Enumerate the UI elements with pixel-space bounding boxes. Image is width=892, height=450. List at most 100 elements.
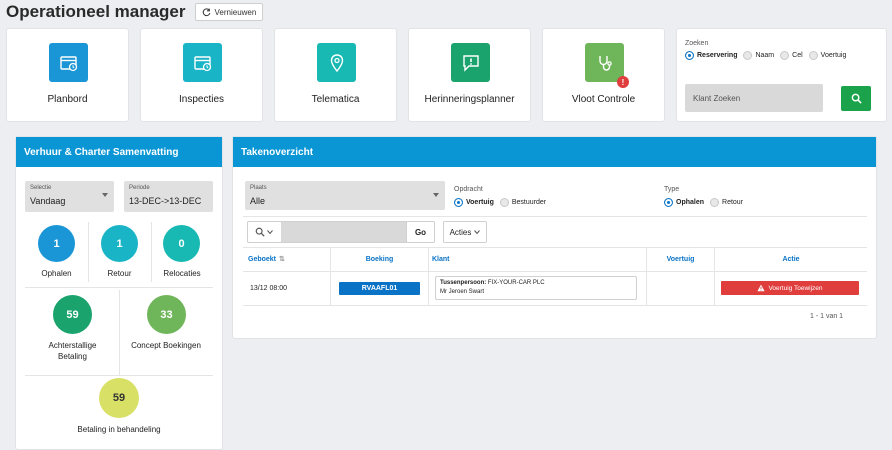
stat-betaling-label: Betaling in behandeling — [77, 425, 161, 434]
search-column-toggle[interactable] — [248, 222, 280, 242]
stat-achterstallige-circle[interactable]: 59 — [53, 295, 92, 334]
search-icon — [255, 227, 265, 237]
radio-naam[interactable]: Naam — [743, 51, 774, 60]
sort-icon: ⇅ — [279, 256, 285, 263]
boeking-link[interactable]: RVAAFL01 — [339, 282, 420, 295]
divider — [119, 290, 120, 375]
calendar-clock-icon — [59, 55, 77, 71]
tile-icon-box — [317, 43, 356, 82]
refresh-icon — [202, 7, 210, 16]
stat-ophalen-label: Ophalen — [41, 269, 72, 278]
message-alert-icon — [462, 54, 479, 72]
tile-telematica[interactable]: Telematica — [274, 28, 397, 122]
acties-label: Acties — [449, 227, 472, 237]
table-border — [243, 305, 867, 306]
col-klant[interactable]: Klant — [432, 247, 642, 271]
opdracht-radios: Voertuig Bestuurder — [454, 198, 546, 207]
table-border — [243, 271, 867, 272]
type-radios: Ophalen Retour — [664, 198, 743, 207]
type-caption: Type — [664, 186, 680, 193]
chevron-down-icon — [433, 193, 439, 197]
go-button[interactable]: Go — [406, 222, 434, 242]
periode-field[interactable]: Periode 13-DEC->13-DEC — [124, 181, 213, 212]
search-panel: Zoeken Reservering Naam Cel Voertuig Kla… — [676, 28, 887, 122]
tile-label: Planbord — [47, 94, 88, 105]
radio-dot — [743, 51, 753, 60]
col-geboekt-label: Geboekt — [248, 255, 277, 263]
radio-label: Voertuig — [466, 199, 494, 206]
tile-icon-box: ! — [585, 43, 629, 88]
radio-cel[interactable]: Cel — [780, 51, 803, 60]
klant-search-input[interactable]: Klant Zoeken — [685, 84, 823, 112]
selectie-caption: Selectie — [30, 185, 52, 191]
plaats-value: Alle — [250, 196, 266, 206]
search-caption: Zoeken — [685, 40, 709, 47]
calendar-clock-icon — [193, 55, 211, 71]
cell-geboekt: 13/12 08:00 — [250, 285, 287, 292]
plaats-select[interactable]: Plaats Alle — [245, 181, 445, 210]
radio-label: Reservering — [697, 52, 738, 59]
acties-button[interactable]: Acties — [443, 221, 487, 243]
tile-vloot-controle[interactable]: ! Vloot Controle — [542, 28, 665, 122]
col-geboekt[interactable]: Geboekt ⇅ — [248, 247, 330, 271]
radio-reservering[interactable]: Reservering — [685, 51, 737, 60]
tile-herinneringsplanner[interactable]: Herinneringsplanner — [408, 28, 531, 122]
selectie-select[interactable]: Selectie Vandaag — [25, 181, 114, 212]
table-search-input[interactable] — [281, 222, 406, 242]
tile-label: Telematica — [311, 94, 360, 105]
stethoscope-icon — [598, 55, 612, 71]
radio-label: Cel — [792, 52, 803, 59]
radio-label: Naam — [755, 52, 775, 59]
chevron-down-icon — [267, 230, 273, 235]
stat-retour-circle[interactable]: 1 — [101, 225, 138, 262]
tile-inspecties[interactable]: Inspecties — [140, 28, 263, 122]
stat-concept-label: Concept Boekingen — [131, 341, 201, 350]
radio-dot — [780, 51, 790, 60]
klant-company: FIX-YOUR-CAR PLC — [487, 280, 545, 286]
radio-label: Ophalen — [676, 199, 705, 206]
stat-relocaties-label: Relocaties — [163, 269, 201, 278]
tile-icon-box — [183, 43, 222, 82]
tile-planbord[interactable]: Planbord — [6, 28, 129, 122]
radio-dot — [664, 198, 673, 207]
refresh-button[interactable]: Vernieuwen — [194, 3, 264, 21]
tile-label: Vloot Controle — [571, 94, 636, 105]
search-button[interactable] — [841, 86, 871, 111]
chevron-down-icon — [102, 193, 108, 197]
page-title: Operationeel manager — [6, 2, 186, 21]
col-divider — [428, 247, 429, 305]
stat-relocaties-circle[interactable]: 0 — [163, 225, 200, 262]
voertuig-toewijzen-label: Voertuig Toewijzen — [768, 284, 823, 292]
periode-value: 13-DEC->13-DEC — [129, 196, 202, 206]
radio-label: Voertuig — [820, 52, 847, 59]
selectie-value: Vandaag — [30, 196, 66, 206]
radio-dot — [808, 51, 818, 60]
radio-voertuig[interactable]: Voertuig — [808, 51, 847, 60]
col-divider — [330, 247, 331, 305]
stat-retour-label: Retour — [107, 269, 132, 278]
radio-dot — [499, 198, 509, 207]
stat-concept-circle[interactable]: 33 — [147, 295, 186, 334]
col-voertuig[interactable]: Voertuig — [647, 247, 714, 271]
col-actie[interactable]: Actie — [715, 247, 867, 271]
radio-label: Retour — [722, 199, 744, 206]
radio-dot — [685, 51, 694, 60]
voertuig-toewijzen-button[interactable]: Voertuig Toewijzen — [721, 281, 859, 295]
refresh-label: Vernieuwen — [214, 7, 257, 17]
periode-caption: Periode — [129, 185, 150, 191]
chevron-down-icon — [474, 230, 481, 235]
search-type-radios: Reservering Naam Cel Voertuig — [685, 51, 846, 60]
radio-type-ophalen[interactable]: Ophalen — [664, 198, 704, 207]
plaats-caption: Plaats — [250, 185, 267, 191]
radio-type-retour[interactable]: Retour — [710, 198, 743, 207]
stat-ophalen-circle[interactable]: 1 — [38, 225, 75, 262]
stat-betaling-circle[interactable]: 59 — [99, 378, 139, 418]
radio-opdracht-voertuig[interactable]: Voertuig — [454, 198, 494, 207]
divider — [25, 287, 213, 288]
warning-icon — [757, 284, 766, 292]
radio-opdracht-bestuurder[interactable]: Bestuurder — [499, 198, 546, 207]
tile-label: Herinneringsplanner — [424, 94, 515, 105]
tasks-panel-title: Takenoverzicht — [233, 137, 876, 167]
klant-cell: Tussenpersoon: FIX-YOUR-CAR PLC Mr Jeroe… — [435, 276, 637, 300]
col-boeking[interactable]: Boeking — [331, 247, 428, 271]
